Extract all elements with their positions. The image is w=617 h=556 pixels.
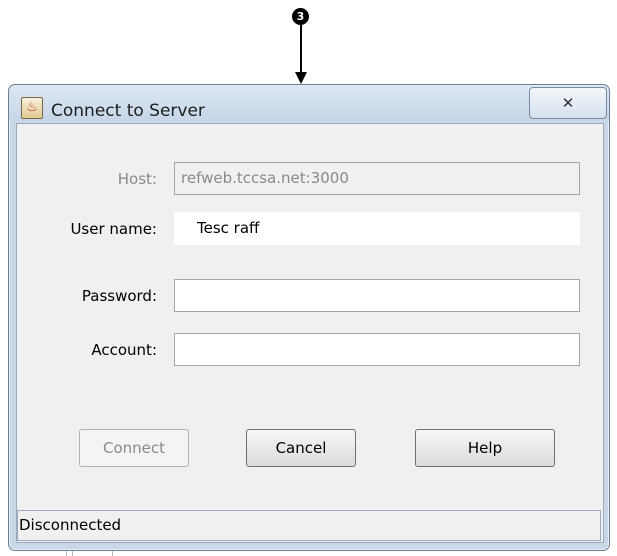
host-field: refweb.tccsa.net:3000 bbox=[174, 162, 580, 195]
cancel-button[interactable]: Cancel bbox=[246, 429, 356, 467]
help-button[interactable]: Help bbox=[415, 429, 555, 467]
password-label: Password: bbox=[81, 287, 157, 305]
username-label: User name: bbox=[70, 220, 157, 238]
host-label: Host: bbox=[117, 170, 157, 188]
connect-button[interactable]: Connect bbox=[79, 429, 189, 467]
title-bar[interactable]: ♨ Connect to Server ✕ bbox=[9, 85, 609, 121]
callout-arrow-line bbox=[300, 25, 302, 73]
window-title: Connect to Server bbox=[51, 101, 205, 121]
callout-arrow-icon bbox=[295, 72, 307, 84]
account-label: Account: bbox=[91, 341, 157, 359]
close-button[interactable]: ✕ bbox=[529, 87, 607, 119]
connect-dialog: ♨ Connect to Server ✕ Host: refweb.tccsa… bbox=[8, 84, 610, 551]
dialog-body: Host: refweb.tccsa.net:3000 User name: T… bbox=[16, 123, 604, 543]
password-field[interactable] bbox=[174, 279, 580, 312]
callout-number-badge: 3 bbox=[292, 8, 309, 25]
account-field[interactable] bbox=[174, 333, 580, 366]
status-bar: Disconnected bbox=[17, 510, 601, 541]
username-field[interactable]: Tesc raff bbox=[174, 212, 580, 245]
java-cup-icon: ♨ bbox=[21, 97, 43, 119]
